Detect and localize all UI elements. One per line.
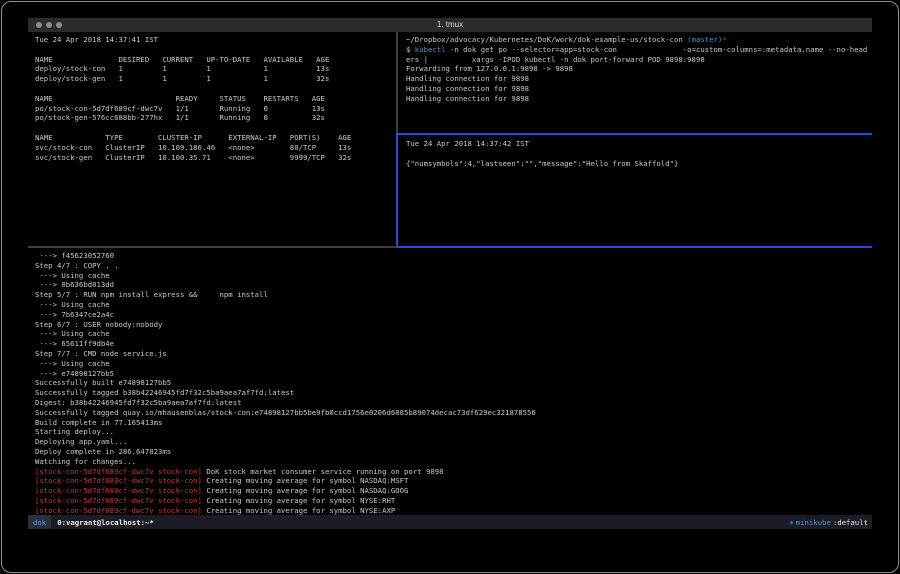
terminal-line: ---> 0b636bd013dd: [35, 280, 872, 290]
terminal-line: Handling connection for 9898: [406, 84, 872, 94]
terminal-line: ---> Using cache: [35, 300, 872, 310]
terminal-line: Successfully tagged b38b42246945fd7f32c5…: [35, 388, 872, 398]
terminal-line: [406, 149, 872, 159]
terminal-line: Deploying app.yaml...: [35, 437, 872, 447]
terminal-line: {"numsymbols":4,"lastseen":"","message":…: [406, 159, 872, 169]
pane-skaffold-build[interactable]: ---> f45623052760Step 4/7 : COPY . . ---…: [28, 249, 872, 515]
terminal-line: ---> 65611ff9db4e: [35, 339, 872, 349]
terminal-line: Deploy complete in 286.647823ms: [35, 447, 872, 457]
terminal-line: ---> Using cache: [35, 329, 872, 339]
terminal-line: ers | xargs -IPOD kubectl -n dok port-fo…: [406, 55, 872, 65]
terminal-line: deploy/stock-gen 1 1 1 1 32s: [35, 74, 395, 84]
terminal-line: Handling connection for 9898: [406, 74, 872, 84]
terminal-line: [35, 84, 395, 94]
terminal-line: NAME READY STATUS RESTARTS AGE: [35, 94, 395, 104]
pane-port-forward[interactable]: ~/Dropbox/advocacy/Kubernetes/DoK/work/d…: [399, 32, 872, 132]
terminal-line: ---> Using cache: [35, 359, 872, 369]
pane-divider-vertical-inactive: [396, 32, 398, 133]
terminal-line: [stock-con-5d7df689cf-dwc7v stock-con] C…: [35, 496, 872, 506]
terminal-line: svc/stock-gen ClusterIP 10.100.35.71 <no…: [35, 153, 395, 163]
pane-divider-vertical-active: [396, 133, 398, 248]
terminal-line: Successfully tagged quay.io/mhausenblas/…: [35, 408, 872, 418]
terminal-line: Step 5/7 : RUN npm install express && np…: [35, 290, 872, 300]
tmux-status-bar: dok 0:vagrant@localhost:~* ⎈ minikube:de…: [28, 515, 872, 529]
terminal-line: ~/Dropbox/advocacy/Kubernetes/DoK/work/d…: [406, 35, 872, 45]
pane-divider-horizontal-active-top: [396, 133, 872, 135]
terminal-line: [35, 123, 395, 133]
terminal-line: ---> f45623052760: [35, 251, 872, 261]
terminal-line: [stock-con-5d7df689cf-dwc7v stock-con] C…: [35, 506, 872, 515]
terminal-line: Build complete in 77.165413ms: [35, 418, 872, 428]
terminal-line: Tue 24 Apr 2018 14:37:41 IST: [35, 35, 395, 45]
window-title: 1. tmux: [28, 20, 872, 29]
terminal-line: Handling connection for 9898: [406, 94, 872, 104]
tmux-session: Tue 24 Apr 2018 14:37:41 IST NAME DESIRE…: [28, 32, 872, 515]
kube-namespace: :default: [833, 518, 868, 527]
terminal-line: Watching for changes...: [35, 457, 872, 467]
tmux-window-item[interactable]: 0:vagrant@localhost:~*: [51, 518, 154, 527]
tmux-session-name: dok: [28, 515, 51, 529]
terminal-line: po/stock-con-5d7df689cf-dwc7v 1/1 Runnin…: [35, 104, 395, 114]
terminal-line: Step 7/7 : CMD node service.js: [35, 349, 872, 359]
kube-context-segment: ⎈ minikube:default: [789, 518, 872, 527]
terminal-line: NAME TYPE CLUSTER-IP EXTERNAL-IP PORT(S)…: [35, 133, 395, 143]
pane-divider-horizontal-inactive: [28, 246, 397, 248]
terminal-line: Step 4/7 : COPY . .: [35, 261, 872, 271]
pane-kubectl-watch[interactable]: Tue 24 Apr 2018 14:37:41 IST NAME DESIRE…: [28, 32, 395, 245]
pane-service-response[interactable]: Tue 24 Apr 2018 14:37:42 IST {"numsymbol…: [399, 136, 872, 246]
pane-divider-horizontal-active-bottom: [397, 246, 872, 248]
terminal-line: ---> Using cache: [35, 271, 872, 281]
terminal-line: [35, 45, 395, 55]
terminal-line: NAME DESIRED CURRENT UP-TO-DATE AVAILABL…: [35, 55, 395, 65]
window-titlebar: 1. tmux: [28, 18, 872, 32]
kubernetes-helm-icon: ⎈: [789, 518, 793, 527]
terminal-line: deploy/stock-con 1 1 1 1 13s: [35, 64, 395, 74]
terminal-line: ---> 7b6347ce2a4c: [35, 310, 872, 320]
terminal-line: Starting deploy...: [35, 427, 872, 437]
terminal-line: [stock-con-5d7df689cf-dwc7v stock-con] D…: [35, 467, 872, 477]
terminal-line: ---> e74898127bb5: [35, 369, 872, 379]
terminal-line: Successfully built e74898127bb5: [35, 378, 872, 388]
terminal-line: po/stock-gen-576cc688bb-277hx 1/1 Runnin…: [35, 113, 395, 123]
terminal-window: 1. tmux Tue 24 Apr 2018 14:37:41 IST NAM…: [28, 18, 872, 529]
terminal-line: Digest: b38b42246945fd7f32c5ba9aea7af7fd…: [35, 398, 872, 408]
kube-context-name: minikube: [796, 518, 831, 527]
terminal-line: [stock-con-5d7df689cf-dwc7v stock-con] C…: [35, 486, 872, 496]
terminal-line: [stock-con-5d7df689cf-dwc7v stock-con] C…: [35, 476, 872, 486]
terminal-line: Tue 24 Apr 2018 14:37:42 IST: [406, 139, 872, 149]
terminal-line: Forwarding from 127.0.0.1:9898 -> 9898: [406, 64, 872, 74]
terminal-line: $ kubectl -n dok get po --selector=app=s…: [406, 45, 872, 55]
terminal-line: Step 6/7 : USER nobody:nobody: [35, 320, 872, 330]
terminal-line: svc/stock-con ClusterIP 10.109.186.46 <n…: [35, 143, 395, 153]
